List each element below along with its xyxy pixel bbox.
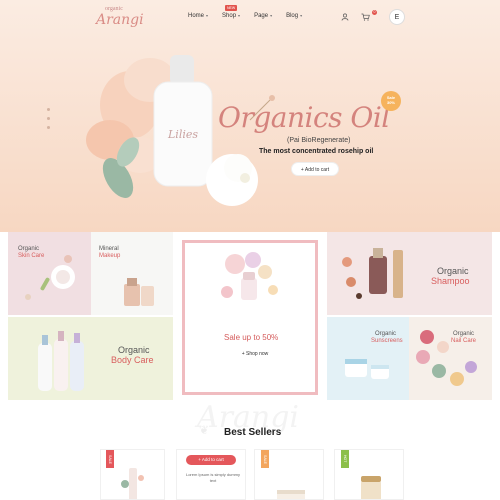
- product-card[interactable]: SALE: [100, 449, 165, 500]
- nav-label: Blog: [286, 13, 299, 19]
- sale-badge-value: 30%: [386, 100, 395, 105]
- nav-label: Page: [254, 13, 269, 19]
- cart-count-badge: 0: [372, 10, 377, 15]
- leaf-icon: ❦: [199, 423, 210, 437]
- header-icons: [340, 12, 370, 21]
- site-header: organic Arangi Home ▾ NEW Shop ▾ Page ▾ Blo…: [0, 0, 500, 36]
- nav-item-home[interactable]: Home ▾: [188, 13, 208, 19]
- logo-text: Arangi: [96, 12, 144, 28]
- banner-perfume[interactable]: [173, 232, 327, 402]
- product-card[interactable]: SALE: [254, 449, 324, 500]
- hero-description: The most concentrated rosehip oil: [259, 148, 374, 155]
- nav-label: Shop: [222, 13, 237, 19]
- page: Lilies Organics Oil Sale 30% (Pai BioReg…: [0, 0, 500, 500]
- banner-sunscreens[interactable]: Organic Sunscreens: [327, 317, 409, 400]
- slider-dot[interactable]: [47, 126, 50, 129]
- product-image: [121, 468, 144, 499]
- banner-line2: Shampoo: [431, 276, 470, 286]
- banner-line1: Organic: [375, 331, 397, 337]
- banner-line2: Skin Care: [18, 253, 45, 259]
- nav-item-blog[interactable]: Blog ▾: [286, 13, 302, 19]
- product-image: [277, 490, 305, 499]
- add-to-cart-button[interactable]: + Add to cart: [186, 455, 236, 465]
- banner-line1: Organic: [437, 266, 469, 276]
- logo[interactable]: organic Arangi: [96, 6, 144, 32]
- skin-care-artwork: [25, 255, 75, 300]
- banner-shampoo[interactable]: Organic Shampoo: [327, 232, 492, 315]
- hero-title: Organics Oil: [218, 101, 390, 134]
- slider-dots[interactable]: [47, 108, 50, 129]
- shop-now-button[interactable]: + Shop now: [233, 349, 277, 360]
- banner-makeup[interactable]: Mineral Makeup: [91, 232, 173, 315]
- chevron-down-icon: ▾: [270, 13, 273, 18]
- perfume-artwork: [221, 252, 278, 300]
- hero-subtitle: (Pai BioRegenerate): [287, 137, 351, 144]
- banner-line1: Organic: [18, 246, 40, 252]
- chevron-down-icon: ▾: [206, 13, 209, 18]
- banner-nail-care[interactable]: Organic Nail Care: [409, 317, 492, 400]
- perfume-sale: Sale up to 50%: [224, 333, 279, 342]
- slider-dot[interactable]: [47, 108, 50, 111]
- hero-add-to-cart-button[interactable]: + Add to cart: [291, 162, 339, 176]
- nav-item-shop[interactable]: NEW Shop ▾: [222, 5, 241, 19]
- product-description: Lorem Ipsum is simply dummy text: [185, 472, 240, 483]
- bottle-label: Lilies: [168, 128, 199, 141]
- product-image: [361, 476, 381, 499]
- banner-line2: Body Care: [111, 355, 154, 365]
- best-sellers-title: Best Sellers: [224, 427, 282, 438]
- makeup-artwork: [124, 278, 154, 306]
- nav-label: Home: [188, 13, 205, 19]
- banner-line2: Makeup: [99, 253, 121, 259]
- perfume-title: Organic Perfume: [230, 324, 291, 333]
- product-card[interactable]: HOT: [334, 449, 404, 500]
- product-card[interactable]: + Add to cart Lorem Ipsum is simply dumm…: [176, 449, 246, 500]
- cart-icon[interactable]: [361, 12, 370, 21]
- nail-care-artwork: [416, 330, 477, 386]
- new-badge: NEW: [225, 5, 238, 11]
- nav-item-page[interactable]: Page ▾: [254, 13, 272, 19]
- user-icon[interactable]: [340, 12, 349, 21]
- chevron-down-icon: ▾: [238, 13, 241, 18]
- banner-body-care[interactable]: Organic Body Care: [8, 317, 173, 400]
- banner-line1: Organic: [453, 331, 475, 337]
- sunscreens-artwork: [345, 359, 389, 379]
- banner-line1: Organic: [118, 345, 150, 355]
- menu-button[interactable]: E: [389, 9, 405, 25]
- banner-line2: Sunscreens: [371, 338, 403, 344]
- sale-badge: Sale 30%: [381, 91, 401, 111]
- banner-skin-care[interactable]: Organic Skin Care: [8, 232, 91, 315]
- banner-line1: Mineral: [99, 246, 119, 252]
- chevron-down-icon: ▾: [300, 13, 303, 18]
- banner-line2: Nail Care: [451, 338, 477, 344]
- main-nav: Home ▾ NEW Shop ▾ Page ▾ Blog ▾: [188, 5, 302, 19]
- slider-dot[interactable]: [47, 117, 50, 120]
